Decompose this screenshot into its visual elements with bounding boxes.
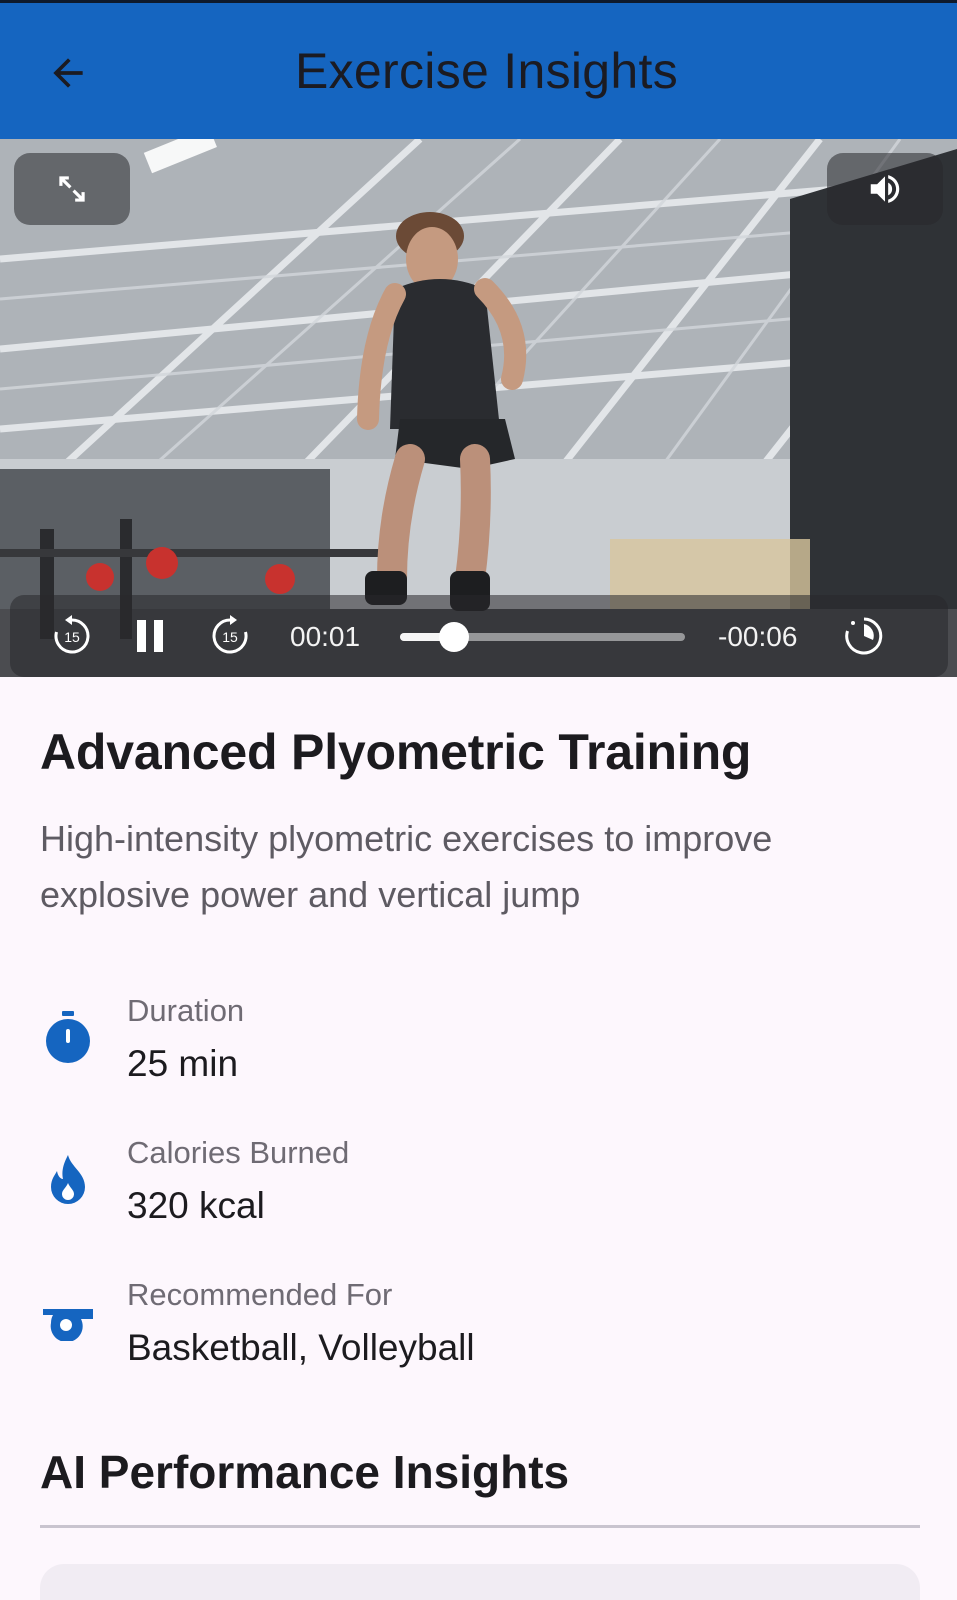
exercise-title: Advanced Plyometric Training (40, 724, 752, 780)
insights-card[interactable] (40, 1564, 920, 1600)
arrow-back-icon (53, 58, 83, 88)
forward-label: 15 (222, 629, 238, 645)
rewind-label: 15 (64, 629, 80, 645)
pause-icon (137, 620, 163, 652)
flame-icon (40, 1151, 96, 1207)
insights-section-title: AI Performance Insights (40, 1446, 570, 1498)
pause-button[interactable] (130, 612, 170, 660)
volume-button[interactable] (827, 153, 943, 225)
remaining-time: -00:06 (718, 621, 798, 652)
playback-controls: 15 15 00:01 -00:06 (10, 595, 948, 677)
volume-up-icon (870, 175, 900, 203)
exercise-description: High-intensity plyometric exercises to i… (40, 818, 773, 915)
stat-value: 320 kcal (127, 1185, 265, 1226)
forward-15-icon: 15 (212, 615, 248, 654)
fullscreen-icon (59, 176, 85, 202)
playback-speed-button[interactable] (840, 612, 888, 660)
stat-value: 25 min (127, 1043, 239, 1084)
back-button[interactable] (32, 41, 104, 105)
stat-label: Duration (127, 993, 245, 1028)
fullscreen-button[interactable] (14, 153, 130, 225)
stat-duration: Duration 25 min (40, 963, 917, 1105)
rewind-15-button[interactable]: 15 (48, 612, 96, 660)
stat-label: Calories Burned (127, 1135, 350, 1170)
forward-15-button[interactable]: 15 (206, 612, 254, 660)
app-bar: Exercise Insights (0, 3, 957, 139)
page-title: Exercise Insights (294, 43, 679, 99)
whistle-icon (40, 1293, 96, 1349)
stat-label: Recommended For (127, 1277, 393, 1312)
replay-15-icon: 15 (54, 615, 90, 654)
stat-calories: Calories Burned 320 kcal (40, 1105, 917, 1247)
stat-value: Basketball, Volleyball (127, 1327, 475, 1368)
section-divider (40, 1525, 920, 1528)
exercise-details: Advanced Plyometric Training High-intens… (0, 723, 957, 1600)
timer-icon (40, 1009, 96, 1065)
playback-speed-icon (845, 617, 883, 655)
elapsed-time: 00:01 (290, 621, 361, 652)
seek-bar[interactable] (400, 622, 685, 652)
seek-bar-thumb[interactable] (439, 622, 470, 652)
stat-recommended: Recommended For Basketball, Volleyball (40, 1247, 917, 1389)
stats-list: Duration 25 min Calories Burned 320 kcal… (40, 963, 917, 1389)
video-player[interactable]: 15 15 00:01 -00:06 (0, 139, 957, 677)
